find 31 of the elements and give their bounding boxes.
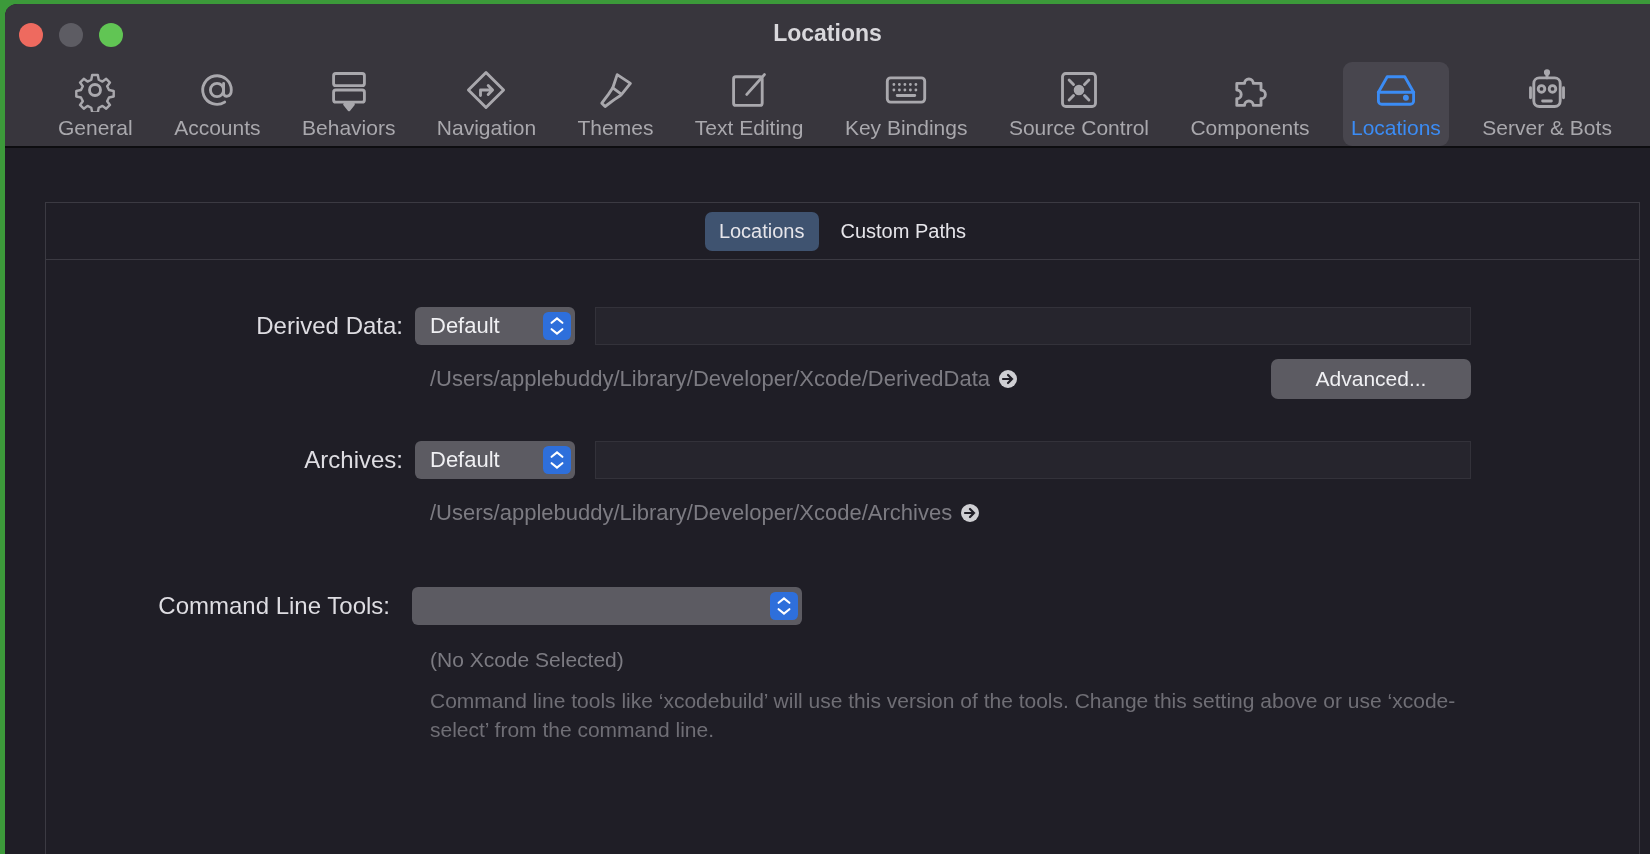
path-text: /Users/applebuddy/Library/Developer/Xcode/DerivedData (430, 366, 991, 392)
toolbar-tab[interactable]: Components (1182, 62, 1318, 146)
tab[interactable]: Custom Paths (826, 212, 981, 251)
field-label: Derived Data: (255, 312, 403, 340)
window-title: Locations (772, 19, 883, 48)
toolbar-tab[interactable]: Locations (1342, 62, 1449, 146)
popup-button[interactable]: Default (415, 307, 575, 345)
chevron-updown-icon (770, 591, 798, 621)
chevron-updown-icon (543, 311, 571, 341)
toolbar-tab[interactable]: Key Bindings (836, 62, 976, 146)
status-text: (No Xcode Selected) (429, 648, 625, 672)
description-text: Command line tools like ‘xcodebuild’ will use this version of the tools. Change this setting above or use ‘xcode-select’ from the command line. (429, 688, 1457, 743)
arrow-circle-icon[interactable] (960, 503, 981, 523)
tab[interactable]: Locations (704, 212, 819, 251)
chevron-updown-icon (543, 445, 571, 475)
close-button[interactable] (19, 23, 43, 47)
toolbar-tab[interactable]: Text Editing (686, 62, 812, 146)
toolbar-tab[interactable]: Accounts (166, 62, 269, 146)
field-label: Archives: (303, 446, 403, 474)
advanced-button[interactable]: Advanced... (1271, 359, 1471, 399)
popup-button[interactable]: Default (415, 441, 575, 479)
toolbar-tab[interactable]: General (50, 62, 141, 146)
arrow-circle-icon[interactable] (998, 369, 1019, 389)
path-text: /Users/applebuddy/Library/Developer/Xcode/Archives (430, 500, 953, 526)
zoom-button[interactable] (99, 23, 123, 47)
toolbar-tab[interactable]: Source Control (1000, 62, 1157, 146)
toolbar-tab[interactable]: Navigation (428, 62, 545, 146)
toolbar-tab[interactable]: Themes (569, 62, 662, 146)
toolbar-tab[interactable]: Behaviors (294, 62, 404, 146)
toolbar-tab[interactable]: Server & Bots (1474, 62, 1620, 146)
field-label: Command Line Tools: (157, 592, 390, 620)
